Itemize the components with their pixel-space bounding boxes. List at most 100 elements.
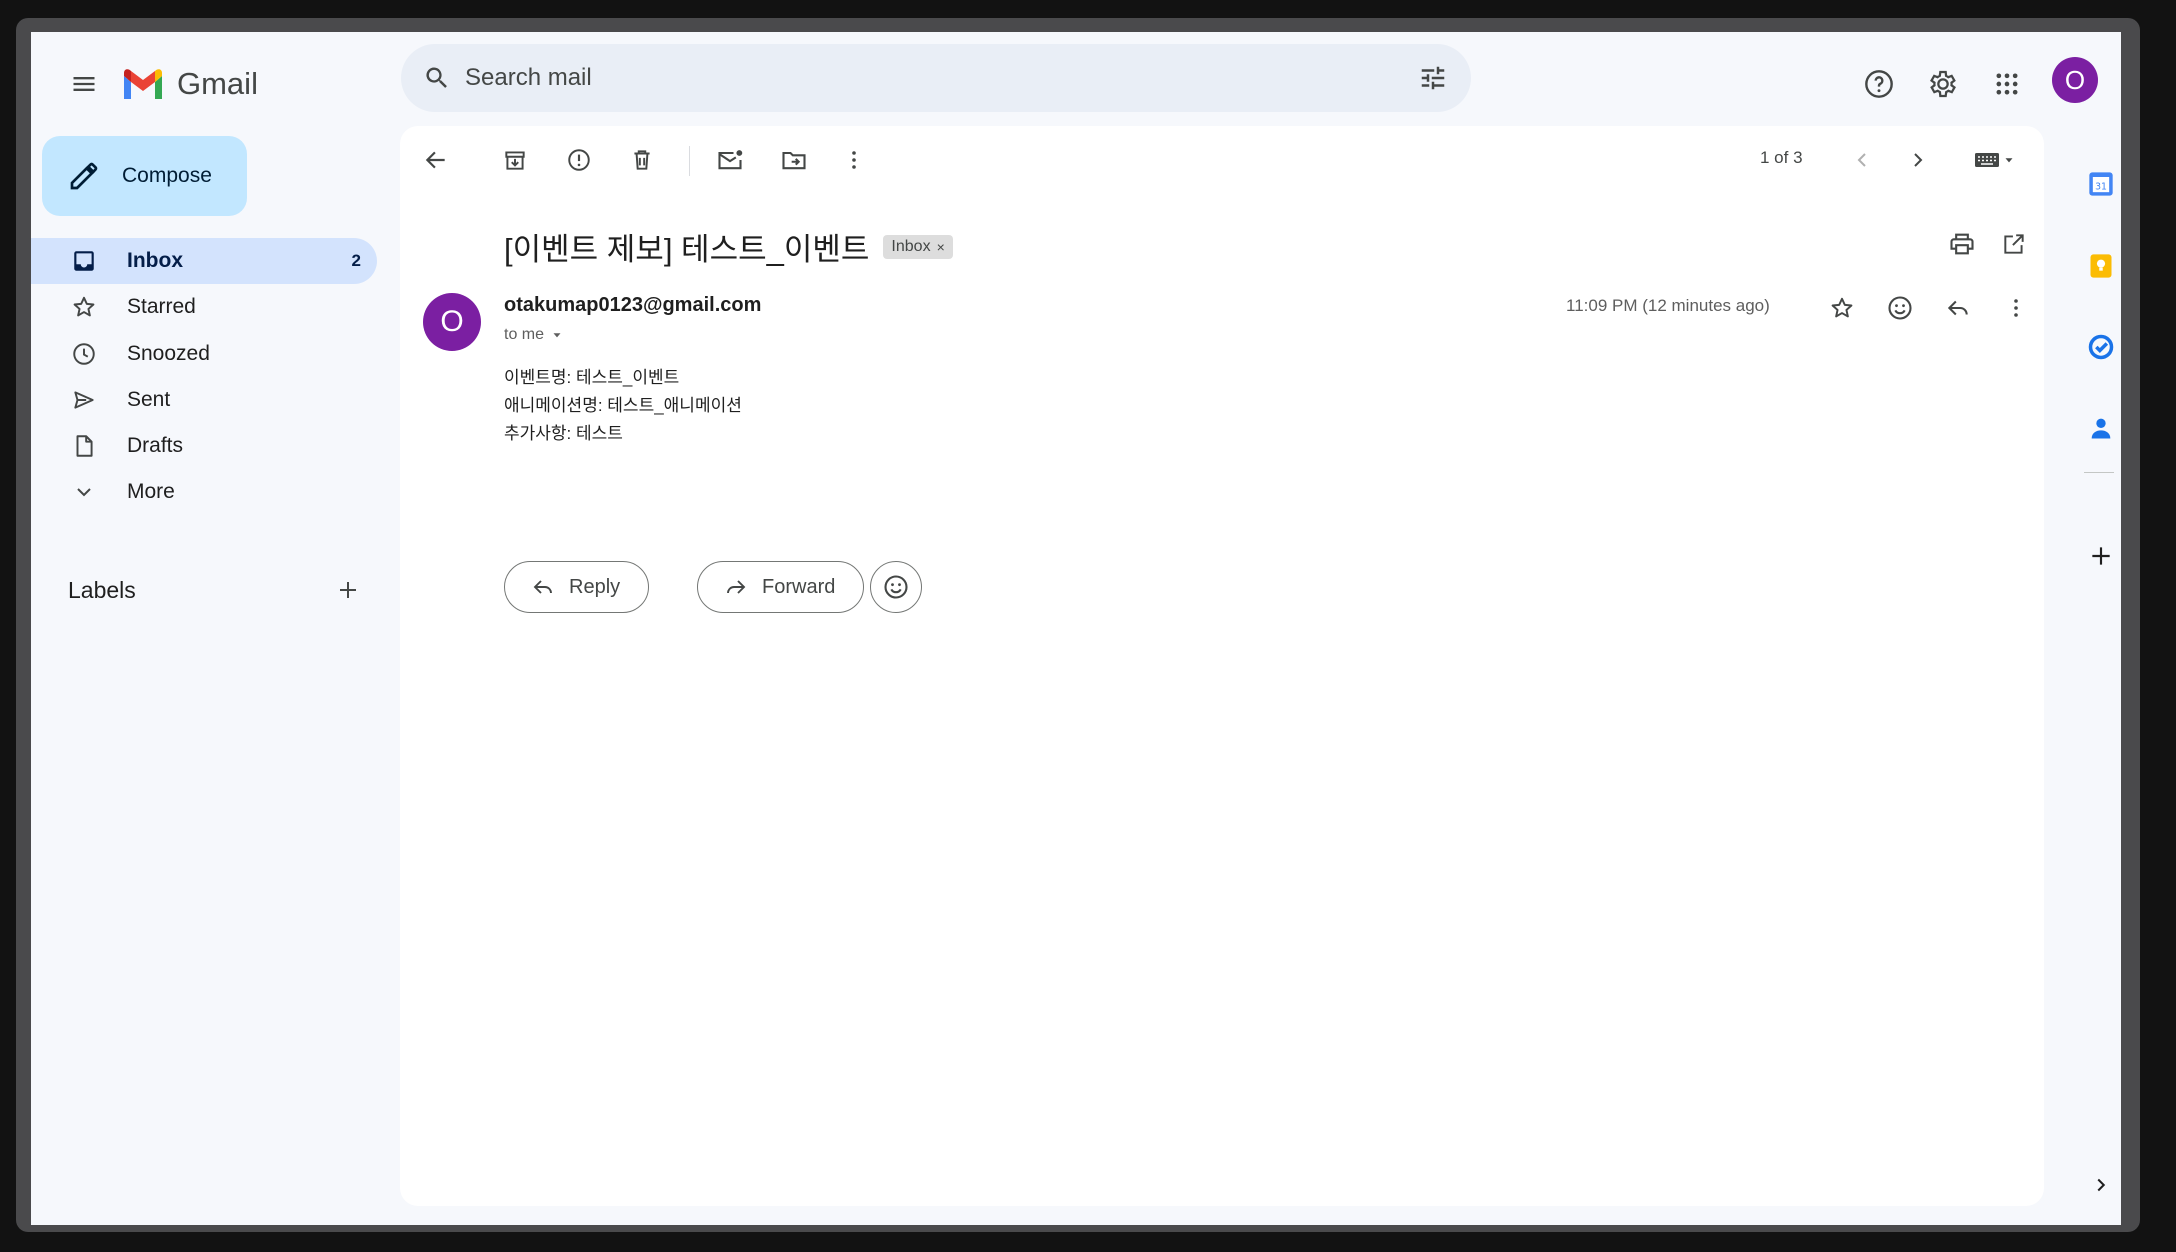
chevron-down-icon bbox=[77, 488, 91, 497]
report-spam-button[interactable] bbox=[557, 138, 601, 182]
print-all-button[interactable] bbox=[1940, 222, 1984, 266]
settings-button[interactable] bbox=[1919, 60, 1967, 108]
mark-unread-icon bbox=[718, 150, 743, 170]
forward-button[interactable]: Forward bbox=[697, 561, 865, 613]
more-vert-icon bbox=[852, 151, 856, 169]
get-addons-button[interactable] bbox=[2081, 536, 2121, 576]
delete-button[interactable] bbox=[620, 138, 664, 182]
contacts-app-button[interactable] bbox=[2081, 408, 2121, 448]
clock-icon bbox=[73, 342, 95, 365]
mark-unread-button[interactable] bbox=[708, 138, 752, 182]
pager-count: 1 of 3 bbox=[1760, 148, 1803, 167]
labels-title: Labels bbox=[68, 576, 136, 603]
open-new-window-button[interactable] bbox=[1992, 222, 2036, 266]
email-timestamp: 11:09 PM (12 minutes ago) bbox=[1566, 296, 1770, 315]
arrow-back-icon bbox=[425, 151, 445, 169]
archive-icon bbox=[505, 151, 525, 170]
reply-icon bbox=[533, 580, 552, 594]
sidebar-item-sent[interactable]: Sent bbox=[31, 377, 377, 423]
back-button[interactable] bbox=[414, 138, 458, 182]
star-icon bbox=[1831, 297, 1853, 318]
expand-side-panel-button[interactable] bbox=[2081, 1165, 2121, 1205]
message-view: 1 of 3 [이벤트 제보] 테스트_이벤트 Inbox × O otakum… bbox=[400, 126, 2044, 1206]
pencil-icon bbox=[70, 162, 98, 190]
sidebar-nav: Inbox 2 Starred Snoozed Sent Drafts More bbox=[31, 238, 377, 516]
help-icon bbox=[1865, 70, 1893, 98]
apps-grid-icon bbox=[1996, 73, 2018, 95]
gear-icon bbox=[1930, 70, 1956, 98]
star-button[interactable] bbox=[1820, 286, 1864, 330]
archive-button[interactable] bbox=[493, 138, 537, 182]
body-line: 추가사항: 테스트 bbox=[504, 424, 623, 443]
move-to-button[interactable] bbox=[772, 138, 816, 182]
sidebar-item-snoozed[interactable]: Snoozed bbox=[31, 331, 377, 377]
sidebar-item-more[interactable]: More bbox=[31, 469, 377, 515]
contacts-icon bbox=[2091, 418, 2111, 439]
sender-address[interactable]: otakumap0123@gmail.com bbox=[504, 294, 761, 317]
email-body: 이벤트명: 테스트_이벤트 애니메이션명: 테스트_애니메이션 추가사항: 테스… bbox=[504, 364, 742, 448]
gmail-app: Gmail O Compose Inbox 2 Starred bbox=[31, 32, 2121, 1225]
create-label-button[interactable] bbox=[328, 570, 368, 610]
sidebar-item-drafts[interactable]: Drafts bbox=[31, 423, 377, 469]
forward-icon bbox=[727, 580, 746, 594]
search-bar bbox=[401, 44, 1471, 112]
keep-icon bbox=[2090, 254, 2112, 278]
support-button[interactable] bbox=[1855, 60, 1903, 108]
sidebar-item-starred[interactable]: Starred bbox=[31, 284, 377, 330]
more-options-button[interactable] bbox=[832, 138, 876, 182]
search-button[interactable] bbox=[417, 58, 457, 98]
email-subject: [이벤트 제보] 테스트_이벤트 Inbox × bbox=[504, 224, 953, 269]
search-input[interactable] bbox=[465, 58, 1365, 98]
chevron-right-icon bbox=[2097, 1178, 2106, 1192]
input-tools-button[interactable] bbox=[1960, 138, 2030, 182]
star-icon bbox=[73, 297, 95, 317]
reply-icon bbox=[1947, 300, 1968, 316]
toolbar-divider bbox=[689, 146, 690, 176]
main-menu-button[interactable] bbox=[60, 60, 108, 108]
caret-down-icon bbox=[2005, 158, 2013, 163]
compose-button[interactable]: Compose bbox=[42, 136, 247, 216]
app-name: Gmail bbox=[177, 66, 258, 101]
sidebar-item-label: Drafts bbox=[127, 434, 184, 458]
recipient-text: to me bbox=[504, 326, 545, 343]
inbox-label-chip[interactable]: Inbox × bbox=[883, 234, 953, 259]
reply-icon-button[interactable] bbox=[1936, 286, 1980, 330]
search-icon bbox=[426, 67, 447, 88]
search-options-button[interactable] bbox=[1413, 58, 1453, 98]
more-vert-icon bbox=[2014, 299, 2018, 317]
remove-label-button[interactable]: × bbox=[937, 239, 945, 255]
add-reaction-button[interactable] bbox=[1878, 286, 1922, 330]
older-button[interactable] bbox=[1896, 138, 1940, 182]
report-icon bbox=[568, 149, 590, 171]
gmail-m-icon bbox=[124, 69, 162, 99]
plus-icon bbox=[340, 582, 356, 598]
gmail-logo[interactable]: Gmail bbox=[121, 60, 258, 108]
labels-section: Labels bbox=[68, 570, 368, 610]
tune-icon bbox=[1421, 66, 1445, 90]
recipient-details-toggle[interactable]: to me bbox=[504, 326, 564, 344]
chip-label: Inbox bbox=[891, 237, 931, 255]
sidebar-item-label: Sent bbox=[127, 387, 171, 411]
hamburger-icon bbox=[73, 77, 95, 91]
chevron-left-icon bbox=[1857, 153, 1866, 167]
compose-label: Compose bbox=[122, 164, 212, 187]
emoji-icon bbox=[1888, 296, 1912, 320]
body-line: 애니메이션명: 테스트_애니메이션 bbox=[504, 396, 742, 415]
open-in-new-icon bbox=[2004, 234, 2024, 254]
sender-avatar[interactable]: O bbox=[423, 293, 481, 351]
sidebar-item-inbox[interactable]: Inbox 2 bbox=[31, 238, 377, 284]
newer-button[interactable] bbox=[1840, 138, 1884, 182]
keep-app-button[interactable] bbox=[2081, 246, 2121, 286]
reply-button[interactable]: Reply bbox=[504, 561, 650, 613]
account-avatar[interactable]: O bbox=[2052, 57, 2098, 103]
inbox-unread-count: 2 bbox=[351, 251, 361, 270]
sidebar-item-label: More bbox=[127, 480, 175, 504]
side-panel-divider bbox=[2084, 472, 2114, 473]
svg-text:31: 31 bbox=[2095, 181, 2107, 192]
message-more-button[interactable] bbox=[1994, 286, 2038, 330]
emoji-reaction-button[interactable] bbox=[870, 561, 922, 613]
tasks-app-button[interactable] bbox=[2081, 327, 2121, 367]
calendar-app-button[interactable]: 31 bbox=[2081, 164, 2121, 204]
google-apps-button[interactable] bbox=[1983, 60, 2031, 108]
sidebar-item-label: Inbox bbox=[127, 249, 183, 272]
